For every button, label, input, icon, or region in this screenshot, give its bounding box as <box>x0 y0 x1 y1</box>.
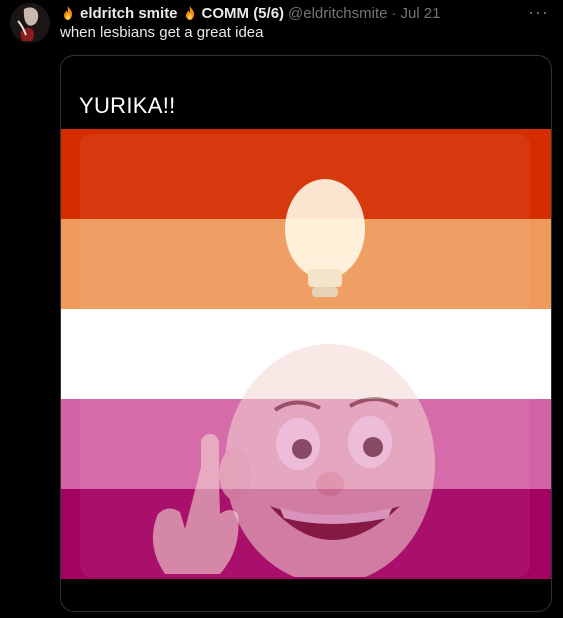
separator-dot: · <box>391 4 397 22</box>
avatar[interactable] <box>10 3 50 43</box>
fire-icon <box>64 6 72 20</box>
community-name[interactable]: COMM (5/6) <box>202 5 285 22</box>
display-name[interactable]: eldritch smite <box>80 5 178 22</box>
more-horizontal-icon[interactable]: ··· <box>528 2 549 23</box>
meme-image <box>80 134 530 577</box>
avatar-image <box>10 3 50 43</box>
baby-face <box>219 344 435 577</box>
fire-icon <box>185 6 194 20</box>
light-bulb-icon <box>285 179 365 297</box>
meme-caption: YURIKA!! <box>79 93 176 118</box>
baby-idea-illustration <box>152 179 435 577</box>
tweet-text: when lesbians get a great idea <box>60 24 264 41</box>
timestamp[interactable]: Jul 21 <box>400 5 440 22</box>
tweet-header: eldritch smite COMM (5/6) @eldritchsmite… <box>60 3 440 23</box>
handle[interactable]: @eldritchsmite <box>288 5 387 22</box>
media-card[interactable]: YURIKA!! <box>60 55 552 612</box>
